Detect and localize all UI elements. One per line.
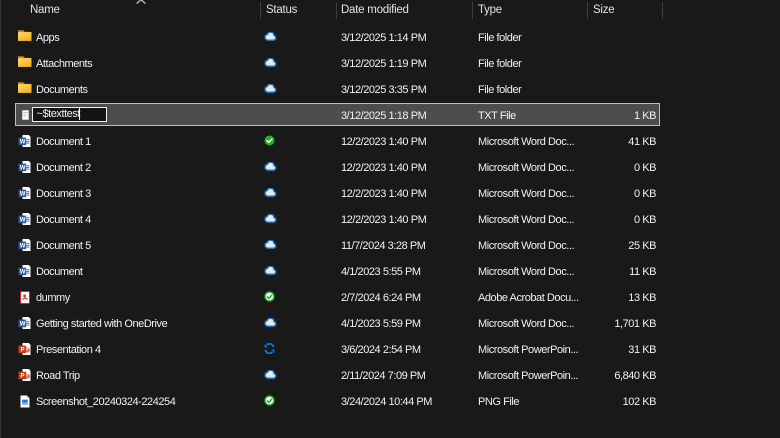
svg-text:W: W <box>20 269 26 275</box>
svg-text:W: W <box>20 321 26 327</box>
svg-text:W: W <box>20 139 26 145</box>
svg-text:W: W <box>20 191 26 197</box>
svg-text:P: P <box>21 373 25 379</box>
svg-text:W: W <box>20 165 26 171</box>
svg-text:W: W <box>20 243 26 249</box>
svg-text:W: W <box>20 217 26 223</box>
svg-text:P: P <box>21 347 25 353</box>
